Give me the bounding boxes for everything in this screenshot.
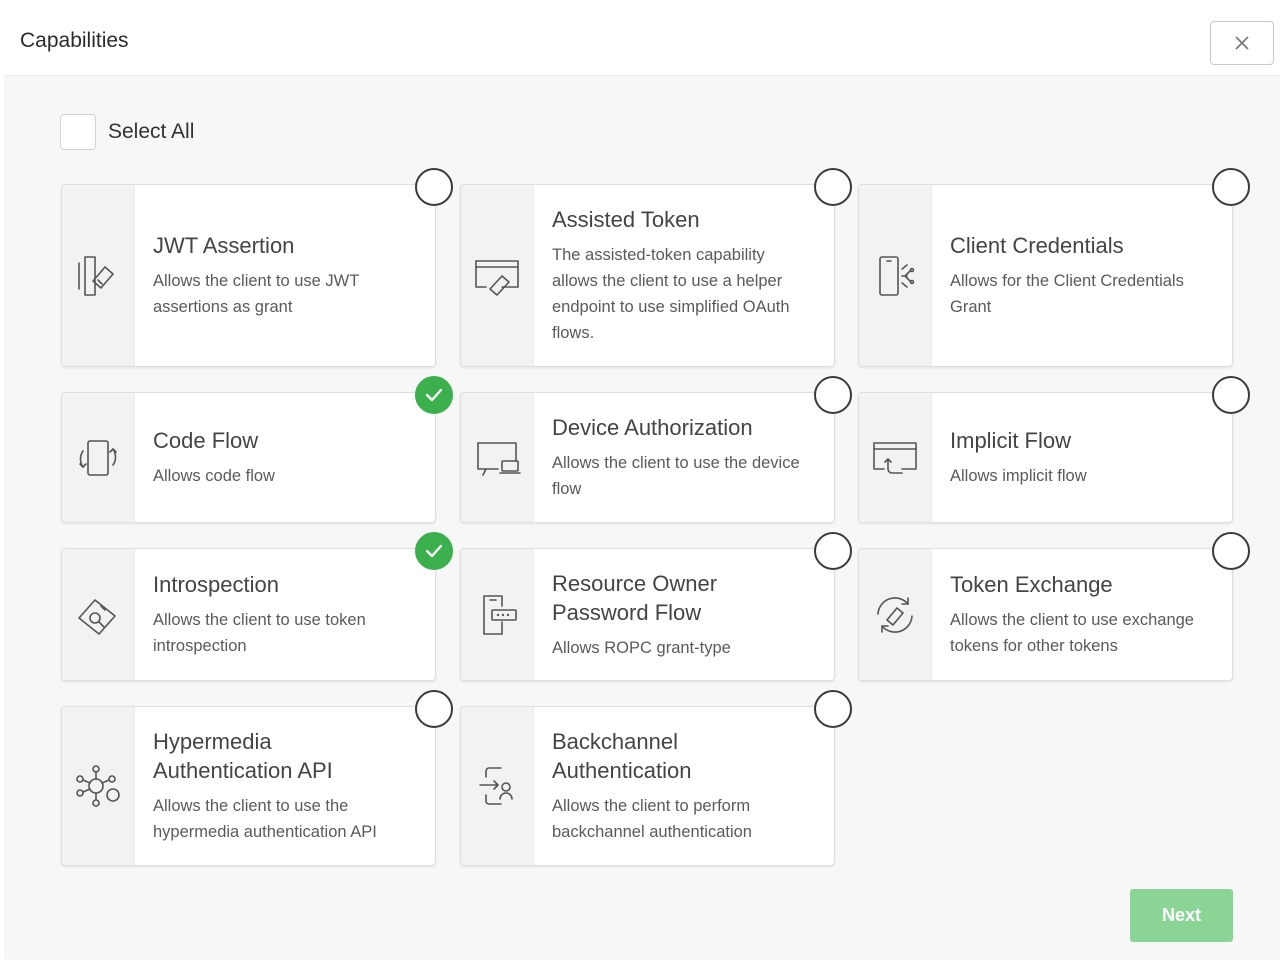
hypermedia-icon xyxy=(76,765,120,807)
card-icon-strip xyxy=(859,549,932,680)
card-body: Implicit Flow Allows implicit flow xyxy=(950,393,1212,522)
card-code-flow[interactable]: Code Flow Allows code flow xyxy=(61,376,453,523)
client-credentials-icon xyxy=(879,255,915,296)
card-body: Assisted Token The assisted-token capabi… xyxy=(552,185,814,366)
card-icon-strip xyxy=(461,549,534,680)
card-title: Assisted Token xyxy=(552,207,700,232)
card-icon-strip xyxy=(461,185,534,366)
card-select-radio[interactable] xyxy=(814,376,852,414)
card-body: Introspection Allows the client to use t… xyxy=(153,549,415,680)
dialog-header: Capabilities xyxy=(4,8,1280,76)
card-title: Introspection xyxy=(153,572,279,597)
card-body: Code Flow Allows code flow xyxy=(153,393,415,522)
card-body: Token Exchange Allows the client to use … xyxy=(950,549,1212,680)
card-title: Client Credentials xyxy=(950,233,1124,258)
card-description: Allows for the Client Credentials Grant xyxy=(950,272,1184,316)
card-select-radio[interactable] xyxy=(415,168,453,206)
card-description: Allows ROPC grant-type xyxy=(552,638,731,657)
resource-owner-password-icon xyxy=(483,594,517,635)
card-introspection[interactable]: Introspection Allows the client to use t… xyxy=(61,532,453,681)
card-title: JWT Assertion xyxy=(153,233,295,258)
card-description: Allows implicit flow xyxy=(950,467,1087,485)
card-icon-strip xyxy=(62,393,135,522)
card-title: Resource Owner Password Flow xyxy=(552,570,718,625)
card-select-radio[interactable] xyxy=(1212,376,1250,414)
backchannel-icon xyxy=(479,767,513,805)
card-body: Client Credentials Allows for the Client… xyxy=(950,185,1212,366)
assisted-token-icon xyxy=(475,259,519,296)
implicit-flow-icon xyxy=(873,441,917,474)
card-title: Token Exchange xyxy=(950,572,1113,597)
card-select-radio[interactable] xyxy=(415,690,453,728)
card-title: Implicit Flow xyxy=(950,428,1072,453)
card-description: Allows the client to use the hypermedia … xyxy=(153,797,377,841)
card-implicit-flow[interactable]: Implicit Flow Allows implicit flow xyxy=(858,376,1250,523)
card-assisted-token[interactable]: Assisted Token The assisted-token capabi… xyxy=(460,168,852,367)
card-icon-strip xyxy=(859,185,932,366)
device-authorization-icon xyxy=(477,441,521,476)
card-description: Allows the client to use exchange tokens… xyxy=(950,611,1194,655)
card-token-exchange[interactable]: Token Exchange Allows the client to use … xyxy=(858,532,1250,681)
card-title: Backchannel Authentication xyxy=(552,729,692,783)
token-exchange-icon xyxy=(877,596,913,633)
card-body: Resource Owner Password Flow Allows ROPC… xyxy=(552,549,814,680)
select-all-label: Select All xyxy=(108,120,195,143)
card-body: Device Authorization Allows the client t… xyxy=(552,393,814,522)
card-device-authorization[interactable]: Device Authorization Allows the client t… xyxy=(460,376,852,523)
card-body: Backchannel Authentication Allows the cl… xyxy=(552,707,814,865)
introspection-icon xyxy=(78,598,116,635)
card-select-radio[interactable] xyxy=(1212,168,1250,206)
card-description: Allows the client to use token introspec… xyxy=(153,611,366,655)
code-flow-icon xyxy=(79,439,117,476)
card-jwt-assertion[interactable]: JWT Assertion Allows the client to use J… xyxy=(61,168,453,367)
card-select-radio[interactable] xyxy=(1212,532,1250,570)
close-icon xyxy=(1235,36,1249,50)
card-backchannel-authentication[interactable]: Backchannel Authentication Allows the cl… xyxy=(460,690,852,866)
next-button[interactable]: Next xyxy=(1130,889,1233,942)
card-select-radio[interactable] xyxy=(814,168,852,206)
card-description: Allows the client to use JWT assertions … xyxy=(153,272,360,316)
card-resource-owner-password-flow[interactable]: Resource Owner Password Flow Allows ROPC… xyxy=(460,532,852,681)
card-icon-strip xyxy=(461,707,534,865)
card-select-radio-checked[interactable] xyxy=(415,532,453,570)
card-hypermedia-authentication-api[interactable]: Hypermedia Authentication API Allows the… xyxy=(61,690,453,866)
checkmark-icon xyxy=(425,544,443,558)
card-description: Allows the client to perform backchannel… xyxy=(552,797,752,841)
card-title: Code Flow xyxy=(153,428,259,453)
checkmark-icon xyxy=(425,388,443,402)
card-body: Hypermedia Authentication API Allows the… xyxy=(153,707,415,865)
card-icon-strip xyxy=(62,549,135,680)
card-description: Allows the client to use the device flow xyxy=(552,454,800,498)
card-icon-strip xyxy=(62,185,135,366)
card-description: The assisted-token capability allows the… xyxy=(552,246,790,342)
capabilities-dialog: Capabilities Select All JWT Assertion Al… xyxy=(4,8,1280,960)
card-icon-strip xyxy=(859,393,932,522)
select-all-checkbox[interactable]: Select All xyxy=(60,114,194,150)
close-button[interactable] xyxy=(1210,21,1274,65)
card-title: Hypermedia Authentication API xyxy=(153,729,333,783)
card-description: Allows code flow xyxy=(153,467,275,485)
card-icon-strip xyxy=(62,707,135,865)
card-icon-strip xyxy=(461,393,534,522)
jwt-assertion-icon xyxy=(78,255,114,296)
card-title: Device Authorization xyxy=(552,415,753,440)
card-select-radio-checked[interactable] xyxy=(415,376,453,414)
card-client-credentials[interactable]: Client Credentials Allows for the Client… xyxy=(858,168,1250,367)
select-all-box[interactable] xyxy=(60,114,96,150)
dialog-title: Capabilities xyxy=(20,29,129,52)
card-select-radio[interactable] xyxy=(814,532,852,570)
card-select-radio[interactable] xyxy=(814,690,852,728)
card-body: JWT Assertion Allows the client to use J… xyxy=(153,185,415,366)
